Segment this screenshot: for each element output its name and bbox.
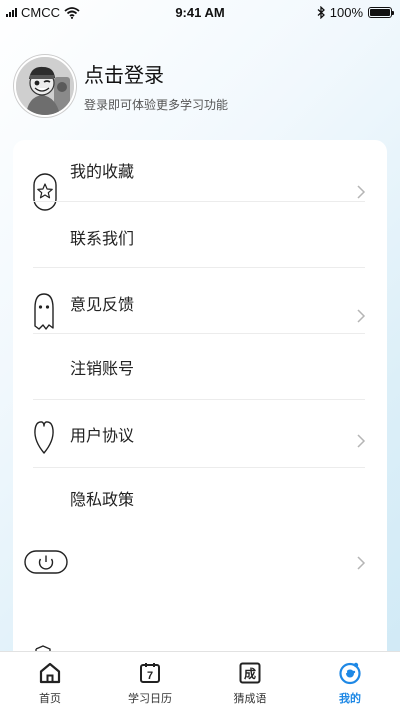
menu-item-label: 用户协议 (70, 428, 135, 445)
menu-item-label: 隐私政策 (70, 492, 135, 509)
battery-percent: 100% (329, 5, 363, 20)
avatar-cartoon-icon (16, 57, 74, 115)
menu-item-contact-us[interactable]: 联系我们 (13, 202, 387, 268)
home-icon (39, 662, 61, 684)
menu-item-favorites[interactable]: 我的收藏 (13, 140, 387, 202)
tab-home[interactable]: 首页 (0, 652, 100, 712)
login-subtitle: 登录即可体验更多学习功能 (84, 98, 229, 112)
calendar-icon-glyph: 7 (147, 670, 153, 682)
login-title[interactable]: 点击登录 (84, 59, 228, 88)
menu-card: 我的收藏 联系我们 意见反馈 注销账号 用户协议 隐私政策 (13, 140, 387, 680)
menu-item-feedback[interactable]: 意见反馈 (13, 268, 387, 334)
tab-label: 猜成语 (233, 693, 267, 705)
menu-item-unlabeled[interactable] (13, 534, 387, 598)
avatar[interactable] (14, 55, 76, 117)
bottom-tab-bar: 首页 7 学习日历 成 猜成语 我的 (0, 651, 400, 712)
tab-study-calendar[interactable]: 7 学习日历 (100, 652, 200, 712)
status-right: 100% (317, 5, 394, 20)
battery-fill (370, 9, 390, 16)
status-bar: CMCC 9:41 AM 100% (0, 0, 400, 26)
login-header[interactable]: 点击登录 登录即可体验更多学习功能 (14, 55, 228, 117)
bluetooth-icon (317, 6, 325, 19)
menu-item-delete-account[interactable]: 注销账号 (13, 334, 387, 400)
tab-label: 首页 (39, 693, 61, 705)
menu-item-label: 联系我们 (70, 231, 135, 248)
login-text-group: 点击登录 登录即可体验更多学习功能 (84, 59, 228, 113)
battery-icon (368, 7, 394, 18)
tab-label: 学习日历 (128, 693, 172, 705)
calendar-icon: 7 (140, 663, 160, 683)
menu-item-privacy-policy[interactable]: 隐私政策 (13, 468, 387, 534)
idiom-icon-glyph: 成 (244, 666, 256, 681)
tab-mine[interactable]: 我的 (300, 652, 400, 712)
tab-guess-idiom[interactable]: 成 猜成语 (200, 652, 300, 712)
tab-label: 我的 (339, 693, 361, 705)
menu-item-user-agreement[interactable]: 用户协议 (13, 400, 387, 468)
profile-face-icon (339, 662, 361, 685)
menu-item-label: 意见反馈 (70, 297, 135, 314)
idiom-icon: 成 (239, 662, 261, 684)
menu-item-label: 注销账号 (70, 361, 135, 378)
menu-item-label: 我的收藏 (70, 164, 135, 181)
